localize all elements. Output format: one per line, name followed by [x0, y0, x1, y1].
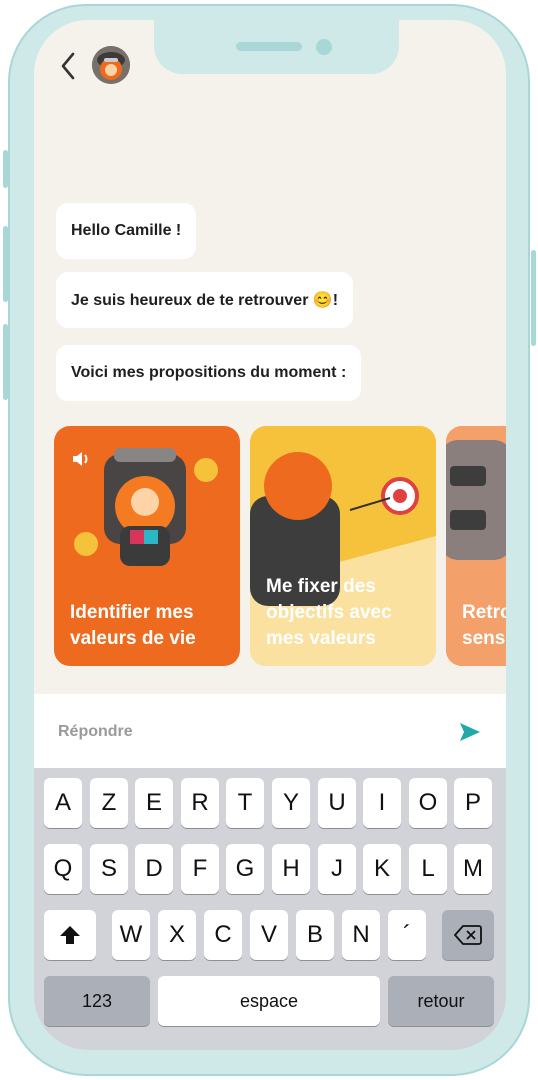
chat-message-text: Je suis heureux de te retrouver 😊! — [71, 292, 339, 309]
speaker — [236, 42, 302, 51]
side-button — [3, 324, 8, 400]
space-key[interactable]: espace — [158, 976, 380, 1026]
screen: Hello Camille ! Je suis heureux de te re… — [34, 20, 506, 1050]
key[interactable]: Q — [44, 844, 82, 894]
key[interactable]: W — [112, 910, 150, 960]
key[interactable]: N — [342, 910, 380, 960]
speaker-icon[interactable] — [70, 448, 92, 470]
notch — [154, 20, 399, 74]
key[interactable]: A — [44, 778, 82, 828]
key[interactable]: X — [158, 910, 196, 960]
side-button — [3, 226, 8, 302]
key[interactable]: P — [454, 778, 492, 828]
key[interactable]: S — [90, 844, 128, 894]
reply-bar — [34, 694, 506, 768]
key[interactable]: E — [135, 778, 173, 828]
side-button — [3, 150, 8, 188]
card-title: Identifier mes valeurs de vie — [70, 602, 196, 649]
key[interactable]: F — [181, 844, 219, 894]
card-title: Retrouver du sens dans ma vie — [462, 602, 506, 649]
key[interactable]: O — [409, 778, 447, 828]
chat-message: Je suis heureux de te retrouver 😊! — [56, 272, 354, 328]
card-identifier-valeurs[interactable]: Identifier mes valeurs de vie — [54, 426, 240, 666]
key[interactable]: M — [454, 844, 492, 894]
shift-key[interactable] — [44, 910, 96, 960]
side-button — [531, 250, 536, 346]
key[interactable]: V — [250, 910, 288, 960]
shift-icon — [60, 926, 80, 944]
key[interactable]: I — [363, 778, 401, 828]
send-icon[interactable] — [458, 720, 482, 744]
numbers-key[interactable]: 123 — [44, 976, 150, 1026]
key[interactable]: G — [226, 844, 264, 894]
key[interactable]: K — [363, 844, 401, 894]
key[interactable]: R — [181, 778, 219, 828]
camera — [316, 39, 332, 55]
card-sens-vie[interactable]: Retrouver du sens dans ma vie — [446, 426, 506, 666]
backspace-key[interactable] — [442, 910, 494, 960]
key[interactable]: L — [409, 844, 447, 894]
card-objectifs[interactable]: Me fixer des objectifs avec mes valeurs — [250, 426, 436, 666]
back-arrow-icon[interactable] — [58, 50, 78, 82]
key[interactable]: H — [272, 844, 310, 894]
suggestion-carousel[interactable]: Identifier mes valeurs de vie Me fixer d… — [54, 426, 506, 666]
keyboard: A Z E R T Y U I O P Q S D F G H J K L M … — [34, 768, 506, 1050]
chat-message: Hello Camille ! — [56, 203, 197, 259]
backspace-icon — [454, 925, 482, 945]
chat-message-text: Voici mes propositions du moment : — [71, 364, 347, 381]
avatar[interactable] — [92, 46, 130, 84]
key[interactable]: ´ — [388, 910, 426, 960]
key[interactable]: U — [318, 778, 356, 828]
key[interactable]: C — [204, 910, 242, 960]
return-key[interactable]: retour — [388, 976, 494, 1026]
key[interactable]: D — [135, 844, 173, 894]
card-title: Me fixer des objectifs avec mes valeurs — [266, 576, 392, 649]
key[interactable]: Y — [272, 778, 310, 828]
key[interactable]: Z — [90, 778, 128, 828]
key[interactable]: B — [296, 910, 334, 960]
key[interactable]: T — [226, 778, 264, 828]
chat-message: Voici mes propositions du moment : — [56, 345, 362, 401]
key[interactable]: J — [318, 844, 356, 894]
reply-input[interactable] — [56, 716, 430, 748]
chat-message-text: Hello Camille ! — [71, 222, 182, 239]
